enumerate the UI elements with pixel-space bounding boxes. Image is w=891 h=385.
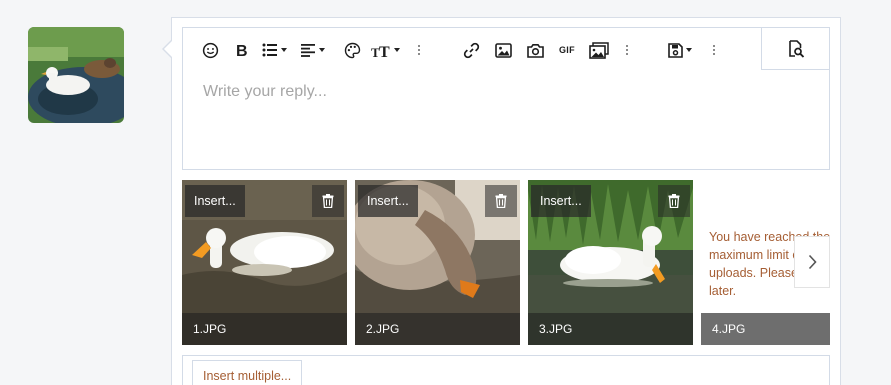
more-options-icon[interactable]	[713, 40, 715, 60]
bold-icon[interactable]: B	[235, 40, 249, 60]
attachment-filename: 2.JPG	[355, 313, 520, 345]
insert-button[interactable]: Insert...	[185, 185, 245, 217]
attachment-filename: 4.JPG	[701, 313, 830, 345]
image-icon[interactable]	[495, 40, 512, 60]
delete-button[interactable]	[485, 185, 517, 217]
camera-icon[interactable]	[527, 40, 544, 60]
attachment-actions-bar: Insert multiple...	[182, 355, 830, 385]
delete-button[interactable]	[658, 185, 690, 217]
attachment-list: Insert... 1.JPG Insert... 2.JPG Insert..…	[182, 180, 830, 345]
attachment-filename: 3.JPG	[528, 313, 693, 345]
avatar-image	[28, 27, 124, 123]
font-size-icon[interactable]: TT	[371, 40, 400, 60]
gif-icon[interactable]: GIF	[559, 40, 575, 60]
chevron-down-icon	[686, 48, 692, 52]
delete-button[interactable]	[312, 185, 344, 217]
chevron-down-icon	[394, 48, 400, 52]
reply-editor[interactable]: B TT GIF Write your reply...	[182, 27, 830, 170]
align-icon[interactable]	[301, 40, 325, 60]
insert-multiple-button[interactable]: Insert multiple...	[192, 360, 303, 385]
attachment-item[interactable]: Insert... 1.JPG	[182, 180, 347, 345]
avatar[interactable]	[28, 27, 124, 123]
trash-icon	[668, 194, 680, 208]
attachment-item[interactable]: Insert... 3.JPG	[528, 180, 693, 345]
reply-input-placeholder[interactable]: Write your reply...	[203, 83, 327, 101]
gif-label: GIF	[559, 45, 575, 55]
gallery-icon[interactable]	[589, 40, 609, 60]
svg-text:B: B	[236, 43, 248, 58]
editor-toolbar: B TT GIF	[183, 28, 829, 70]
palette-icon[interactable]	[344, 40, 361, 60]
attachment-filename: 1.JPG	[182, 313, 347, 345]
list-icon[interactable]	[262, 40, 287, 60]
preview-button[interactable]	[761, 28, 829, 70]
chevron-right-icon	[808, 254, 817, 270]
next-button[interactable]	[794, 236, 830, 288]
insert-button[interactable]: Insert...	[358, 185, 418, 217]
trash-icon	[322, 194, 334, 208]
save-icon[interactable]	[668, 40, 692, 60]
chevron-down-icon	[281, 48, 287, 52]
trash-icon	[495, 194, 507, 208]
attachment-item[interactable]: Insert... 2.JPG	[355, 180, 520, 345]
insert-button[interactable]: Insert...	[531, 185, 591, 217]
more-options-icon[interactable]	[418, 40, 420, 60]
more-options-icon[interactable]	[626, 40, 628, 60]
link-icon[interactable]	[463, 40, 480, 60]
preview-icon	[788, 39, 804, 58]
smiley-icon[interactable]	[202, 40, 219, 60]
chevron-down-icon	[319, 48, 325, 52]
svg-text:T: T	[379, 44, 390, 58]
